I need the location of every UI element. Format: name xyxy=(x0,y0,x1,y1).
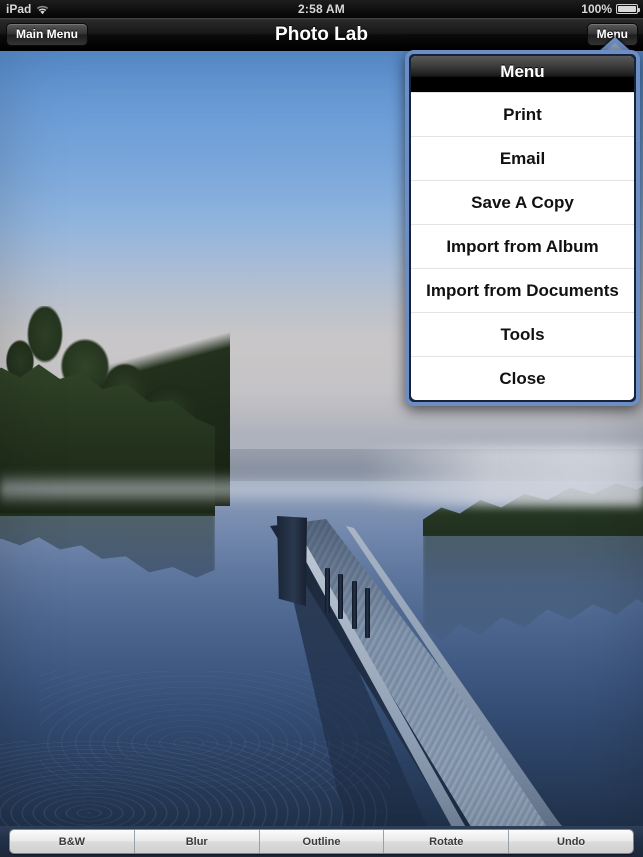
filter-segmented-control[interactable]: B&W Blur Outline Rotate Undo xyxy=(9,829,634,854)
menu-item-import-from-album[interactable]: Import from Album xyxy=(411,224,634,268)
filter-button-outline[interactable]: Outline xyxy=(258,830,384,853)
photo-jetty-post-4 xyxy=(365,588,370,638)
menu-popover-content: Menu Print Email Save A Copy Import from… xyxy=(411,56,634,400)
status-bar-time: 2:58 AM xyxy=(298,2,345,16)
menu-item-import-from-documents[interactable]: Import from Documents xyxy=(411,268,634,312)
filter-button-rotate[interactable]: Rotate xyxy=(383,830,509,853)
navigation-bar: Main Menu Photo Lab Menu xyxy=(0,18,643,51)
status-bar: iPad 2:58 AM 100% xyxy=(0,0,643,18)
battery-icon xyxy=(616,4,640,14)
bottom-toolbar: B&W Blur Outline Rotate Undo xyxy=(0,826,643,857)
filter-button-blur[interactable]: Blur xyxy=(133,830,259,853)
photo-jetty-post-1 xyxy=(325,568,330,613)
menu-item-tools[interactable]: Tools xyxy=(411,312,634,356)
photo-jetty-end-post xyxy=(277,516,307,606)
photo-jetty-post-3 xyxy=(352,581,357,629)
page-title: Photo Lab xyxy=(275,24,368,45)
menu-popover-title: Menu xyxy=(411,56,634,92)
menu-popover: Menu Print Email Save A Copy Import from… xyxy=(405,37,640,406)
menu-item-save-a-copy[interactable]: Save A Copy xyxy=(411,180,634,224)
photo-mist-band xyxy=(0,471,643,507)
menu-item-email[interactable]: Email xyxy=(411,136,634,180)
menu-popover-body: Menu Print Email Save A Copy Import from… xyxy=(405,50,640,406)
menu-item-close[interactable]: Close xyxy=(411,356,634,400)
ipad-screen: iPad 2:58 AM 100% Main Menu Photo Lab Me… xyxy=(0,0,643,857)
photo-jetty-post-2 xyxy=(338,574,343,619)
filter-button-bw[interactable]: B&W xyxy=(10,830,134,853)
menu-item-print[interactable]: Print xyxy=(411,92,634,136)
filter-button-undo[interactable]: Undo xyxy=(508,830,633,853)
